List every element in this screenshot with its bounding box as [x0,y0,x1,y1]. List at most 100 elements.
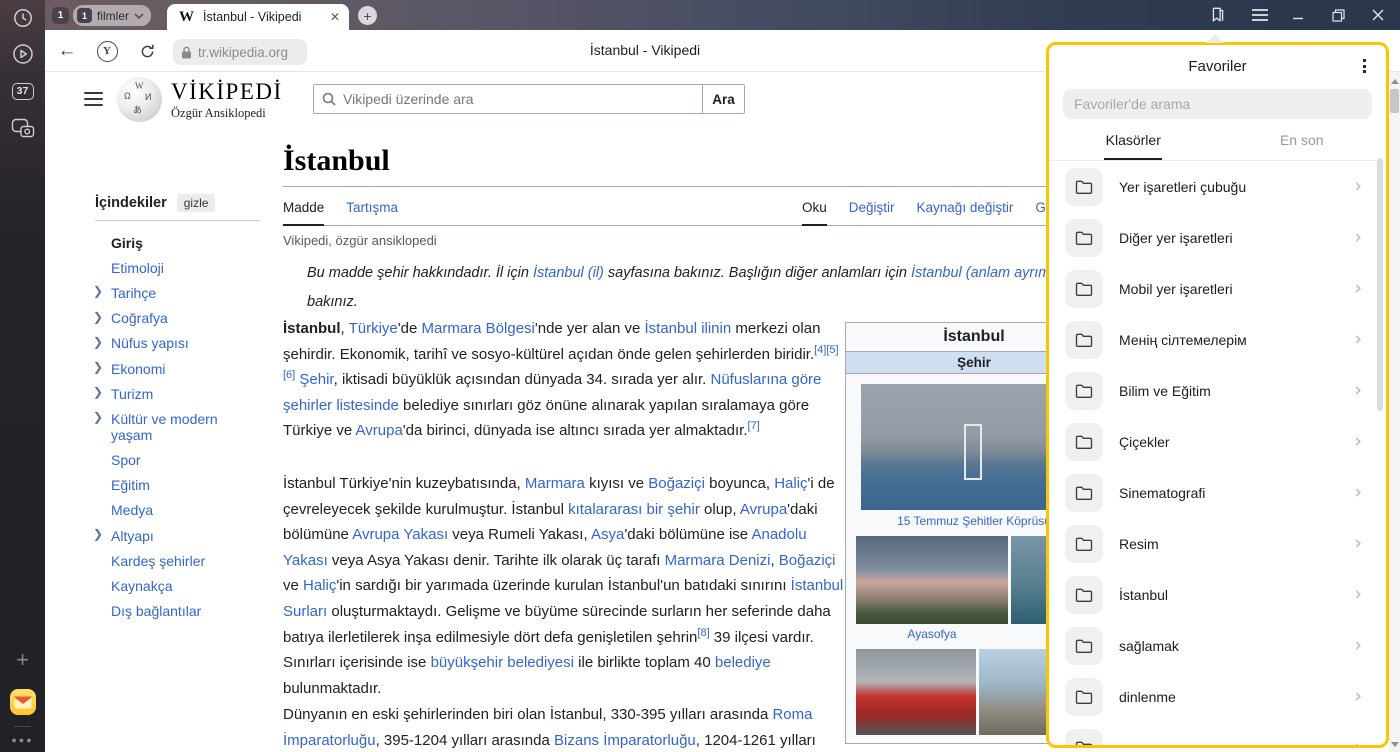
toc-expand-icon[interactable]: ❯ [93,284,103,298]
media-play-icon[interactable] [0,37,45,71]
toc-item[interactable]: ❯Ekonomi [95,356,260,381]
toc-item[interactable]: ❯Etimoloji [95,255,260,280]
wiki-link[interactable]: kıtalararası bir şehir [568,501,700,518]
scroll-up-arrow[interactable] [1391,79,1399,84]
folder-item[interactable]: Yer işaretleri çubuğu › [1049,161,1386,212]
toc-item[interactable]: ❯Kaynakça [95,573,260,598]
wiki-link[interactable]: Marmara [525,475,585,492]
toc-item[interactable]: ❯Medya [95,498,260,523]
wiki-link[interactable]: İstanbul ilinin [644,320,731,337]
toc-item[interactable]: ❯Dış bağlantılar [95,599,260,624]
yandex-mail-icon[interactable] [0,685,45,719]
panel-tab[interactable]: En son [1218,119,1387,160]
ref-link[interactable]: [7] [748,420,760,432]
wiki-link[interactable]: Boğaziçi [779,552,836,569]
yandex-button[interactable]: Y [94,39,120,63]
panel-menu-icon[interactable] [1356,58,1372,74]
close-button[interactable] [1359,0,1397,30]
scroll-down-arrow[interactable] [1391,742,1399,747]
toc-expand-icon[interactable]: ❯ [93,310,103,324]
folder-item[interactable]: sağlamak › [1049,620,1386,671]
reload-button[interactable] [134,39,160,63]
folder-item[interactable]: dinlenme › [1049,671,1386,722]
toc-expand-icon[interactable]: ❯ [93,335,103,349]
folder-item[interactable]: Bilim ve Eğitim › [1049,365,1386,416]
tram-photo[interactable] [856,649,976,735]
wiki-link[interactable]: Avrupa [356,422,403,439]
wikipedia-logo[interactable]: W Ω И あ [117,77,162,122]
sidebar-add-icon[interactable]: + [0,643,45,677]
wiki-menu-icon[interactable] [84,92,103,106]
minimize-button[interactable] [1279,0,1317,30]
article-tab[interactable]: Değiştir [849,200,895,226]
toc-item[interactable]: ❯Altyapı [95,523,260,548]
wiki-link[interactable]: Şehir [299,371,333,388]
folder-item[interactable]: Менің сілтемелерім › [1049,314,1386,365]
toc-item[interactable]: ❯Spor [95,448,260,473]
wiki-link[interactable]: Marmara Bölgesi [422,320,535,337]
sidebar-more-icon[interactable]: ●●● [0,723,45,752]
wiki-link[interactable]: Asya [591,526,624,543]
screenshot-icon[interactable] [0,111,45,145]
scrollbar-thumb[interactable] [1390,89,1399,113]
toc-item[interactable]: ❯Turizm [95,381,260,406]
toc-item[interactable]: ❯Eğitim [95,473,260,498]
hagia-sophia-photo[interactable] [856,536,1008,624]
panel-scrollbar-thumb[interactable] [1377,158,1383,411]
wiki-link[interactable]: Bizans İmparatorluğu [554,732,696,749]
toc-item[interactable]: ❯Giriş [95,230,260,255]
wiki-link[interactable]: Avrupa [740,501,787,518]
wiki-link[interactable]: Marmara Denizi [665,552,771,569]
tab-close-icon[interactable]: ✕ [330,10,340,24]
wiki-search-button[interactable]: Ara [703,84,745,114]
back-button[interactable]: ← [54,39,80,63]
folder-item[interactable]: Çiçekler › [1049,416,1386,467]
wiki-link[interactable]: Avrupa Yakası [352,526,448,543]
ref-link[interactable]: [8] [697,627,709,639]
article-tab[interactable]: Madde [283,200,324,226]
folder-item[interactable]: Resim › [1049,518,1386,569]
folder-item[interactable]: Sinematografi › [1049,467,1386,518]
folder-item[interactable]: Diğer yer işaretleri › [1049,212,1386,263]
folder-item[interactable]: › [1049,722,1386,748]
wiki-wordmark[interactable]: VİKİPEDİ Özgür Ansiklopedi [171,79,283,121]
tab-group-filmler[interactable]: 1 filmler [73,5,151,26]
wiki-link[interactable]: Haliç [774,475,807,492]
toc-expand-icon[interactable]: ❯ [93,385,103,399]
toc-item[interactable]: ❯Kültür ve modern yaşam [95,406,260,447]
article-tab[interactable]: Kaynağı değiştir [917,200,1014,226]
tab-counter-badge[interactable]: 37 [0,74,45,108]
hagia-sophia-caption[interactable]: Ayasofya [856,627,1008,641]
new-tab-button[interactable]: + [358,6,377,25]
article-tab[interactable]: Tartışma [346,200,398,226]
toc-expand-icon[interactable]: ❯ [93,360,103,374]
panel-tab[interactable]: Klasörler [1049,119,1218,160]
folder-item[interactable]: İstanbul › [1049,569,1386,620]
favorites-search-input[interactable] [1063,89,1372,119]
toc-expand-icon[interactable]: ❯ [93,410,103,424]
active-tab[interactable]: W İstanbul - Vikipedi ✕ [167,4,349,30]
wiki-link[interactable]: Haliç [303,577,336,594]
toc-expand-icon[interactable]: ❯ [93,527,103,541]
wiki-link[interactable]: İstanbul (il) [533,265,604,281]
toc-item[interactable]: ❯Nüfus yapısı [95,331,260,356]
toc-hide-button[interactable]: gizle [177,194,216,212]
toc-item[interactable]: ❯Tarihçe [95,280,260,305]
wiki-link[interactable]: İstanbul (anlam ayrımı) [911,265,1059,281]
wiki-link[interactable]: büyükşehir belediyesi [431,654,574,671]
wiki-search-input[interactable] [343,91,702,107]
wiki-link[interactable]: Türkiye [349,320,398,337]
browser-menu-button[interactable] [1241,0,1279,30]
page-scrollbar[interactable] [1389,72,1400,752]
wiki-link[interactable]: Boğaziçi [648,475,705,492]
wiki-link[interactable]: belediye [715,654,771,671]
history-icon[interactable] [0,1,45,35]
address-bar[interactable]: tr.wikipedia.org [173,39,307,65]
pinned-tab-badge[interactable]: 1 [52,7,69,24]
article-tab[interactable]: Oku [802,200,827,226]
bookmarks-panel-button[interactable] [1199,0,1237,30]
toc-item[interactable]: ❯Coğrafya [95,306,260,331]
restore-button[interactable] [1319,0,1357,30]
folder-item[interactable]: Mobil yer işaretleri › [1049,263,1386,314]
toc-item[interactable]: ❯Kardeş şehirler [95,548,260,573]
